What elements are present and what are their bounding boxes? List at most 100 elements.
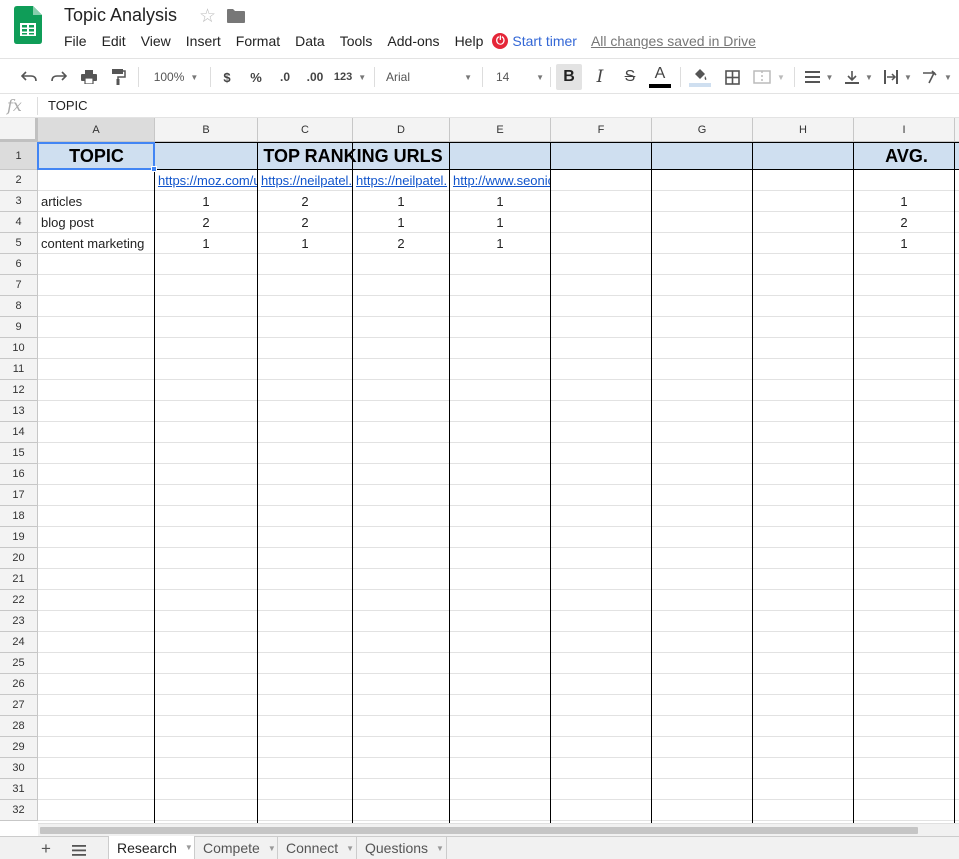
row-header-14[interactable]: 14 xyxy=(0,422,38,443)
currency-format-button[interactable]: $ xyxy=(218,59,236,95)
cell-b5[interactable]: 1 xyxy=(155,233,257,254)
row-header-9[interactable]: 9 xyxy=(0,317,38,338)
cell-i3[interactable]: 1 xyxy=(854,191,954,212)
chevron-down-icon[interactable]: ▼ xyxy=(268,844,276,853)
cell-d4[interactable]: 1 xyxy=(353,212,449,233)
column-header-i[interactable]: I xyxy=(854,118,955,142)
print-icon[interactable] xyxy=(78,59,100,95)
cell-i1[interactable]: AVG. xyxy=(854,142,959,170)
row-header-6[interactable]: 6 xyxy=(0,254,38,275)
cell-h1[interactable] xyxy=(753,142,854,170)
row-header-27[interactable]: 27 xyxy=(0,695,38,716)
row-header-21[interactable]: 21 xyxy=(0,569,38,590)
chevron-down-icon[interactable]: ▼ xyxy=(185,843,193,852)
menu-help[interactable]: Help xyxy=(455,33,484,49)
text-rotation-icon[interactable]: ▼ xyxy=(920,59,954,95)
row-header-7[interactable]: 7 xyxy=(0,275,38,296)
text-wrapping-icon[interactable]: ▼ xyxy=(882,59,914,95)
undo-icon[interactable] xyxy=(18,59,40,95)
row-header-19[interactable]: 19 xyxy=(0,527,38,548)
fill-color-icon[interactable] xyxy=(688,59,712,95)
cell-a3[interactable]: articles xyxy=(38,191,154,212)
cell-e4[interactable]: 1 xyxy=(450,212,550,233)
select-all-corner[interactable] xyxy=(0,118,38,142)
save-status-link[interactable]: All changes saved in Drive xyxy=(591,33,756,49)
percent-format-button[interactable]: % xyxy=(246,59,266,95)
row-header-28[interactable]: 28 xyxy=(0,716,38,737)
row-header-22[interactable]: 22 xyxy=(0,590,38,611)
cell-d2-url[interactable]: https://neilpatel. xyxy=(353,170,449,191)
row-header-23[interactable]: 23 xyxy=(0,611,38,632)
menu-edit[interactable]: Edit xyxy=(102,33,126,49)
cell-i4[interactable]: 2 xyxy=(854,212,954,233)
menu-format[interactable]: Format xyxy=(236,33,280,49)
column-header-j[interactable] xyxy=(955,118,959,142)
column-header-f[interactable]: F xyxy=(551,118,652,142)
document-title[interactable]: Topic Analysis xyxy=(64,5,177,26)
row-header-2[interactable]: 2 xyxy=(0,170,38,191)
tab-research[interactable]: Research ▼ xyxy=(108,836,195,859)
row-header-31[interactable]: 31 xyxy=(0,779,38,800)
increase-decimal-button[interactable]: .00 xyxy=(302,59,328,95)
cell-b2-url[interactable]: https://moz.com/u xyxy=(155,170,257,191)
row-header-24[interactable]: 24 xyxy=(0,632,38,653)
column-header-d[interactable]: D xyxy=(353,118,450,142)
row-header-20[interactable]: 20 xyxy=(0,548,38,569)
row-header-3[interactable]: 3 xyxy=(0,191,38,212)
column-header-e[interactable]: E xyxy=(450,118,551,142)
column-header-c[interactable]: C xyxy=(258,118,353,142)
cell-c4[interactable]: 2 xyxy=(258,212,352,233)
text-color-button[interactable]: A xyxy=(648,59,672,95)
formula-input[interactable]: TOPIC xyxy=(48,98,88,113)
chevron-down-icon[interactable]: ▼ xyxy=(436,844,444,853)
row-header-17[interactable]: 17 xyxy=(0,485,38,506)
menu-tools[interactable]: Tools xyxy=(340,33,373,49)
cell-c2-url[interactable]: https://neilpatel. xyxy=(258,170,352,191)
borders-icon[interactable] xyxy=(722,59,742,95)
cell-c5[interactable]: 1 xyxy=(258,233,352,254)
menu-view[interactable]: View xyxy=(141,33,171,49)
cell-e5[interactable]: 1 xyxy=(450,233,550,254)
cell-a4[interactable]: blog post xyxy=(38,212,154,233)
row-header-32[interactable]: 32 xyxy=(0,800,38,821)
menu-data[interactable]: Data xyxy=(295,33,325,49)
redo-icon[interactable] xyxy=(48,59,70,95)
more-formats-button[interactable]: 123 ▼ xyxy=(332,59,368,95)
cell-c3[interactable]: 2 xyxy=(258,191,352,212)
row-header-25[interactable]: 25 xyxy=(0,653,38,674)
row-header-10[interactable]: 10 xyxy=(0,338,38,359)
column-header-g[interactable]: G xyxy=(652,118,753,142)
cell-e2-url[interactable]: http://www.seonic xyxy=(450,170,550,191)
row-header-11[interactable]: 11 xyxy=(0,359,38,380)
font-family-select[interactable]: Arial ▼ xyxy=(386,59,472,95)
row-header-8[interactable]: 8 xyxy=(0,296,38,317)
start-timer-button[interactable]: ⏻ Start timer xyxy=(492,33,577,49)
cell-b4[interactable]: 2 xyxy=(155,212,257,233)
cell-b1-merged[interactable]: TOP RANKING URLS xyxy=(155,142,551,170)
tab-connect[interactable]: Connect ▼ xyxy=(278,836,357,859)
cell-b3[interactable]: 1 xyxy=(155,191,257,212)
chevron-down-icon[interactable]: ▼ xyxy=(346,844,354,853)
cell-e3[interactable]: 1 xyxy=(450,191,550,212)
column-header-h[interactable]: H xyxy=(753,118,854,142)
column-header-b[interactable]: B xyxy=(155,118,258,142)
vertical-align-icon[interactable]: ▼ xyxy=(842,59,876,95)
column-header-a[interactable]: A xyxy=(38,118,155,142)
fill-handle[interactable] xyxy=(151,166,157,172)
cell-g1[interactable] xyxy=(652,142,753,170)
cell-d5[interactable]: 2 xyxy=(353,233,449,254)
row-header-30[interactable]: 30 xyxy=(0,758,38,779)
row-header-12[interactable]: 12 xyxy=(0,380,38,401)
menu-addons[interactable]: Add-ons xyxy=(387,33,439,49)
merge-cells-icon[interactable]: ▼ xyxy=(750,59,788,95)
row-header-1[interactable]: 1 xyxy=(0,142,38,170)
strikethrough-button[interactable]: S xyxy=(620,59,640,95)
row-header-5[interactable]: 5 xyxy=(0,233,38,254)
menu-insert[interactable]: Insert xyxy=(186,33,221,49)
row-header-18[interactable]: 18 xyxy=(0,506,38,527)
cell-a5[interactable]: content marketing xyxy=(38,233,154,254)
row-header-16[interactable]: 16 xyxy=(0,464,38,485)
row-header-13[interactable]: 13 xyxy=(0,401,38,422)
sheets-logo-icon[interactable] xyxy=(14,6,42,44)
italic-button[interactable]: I xyxy=(590,59,610,95)
